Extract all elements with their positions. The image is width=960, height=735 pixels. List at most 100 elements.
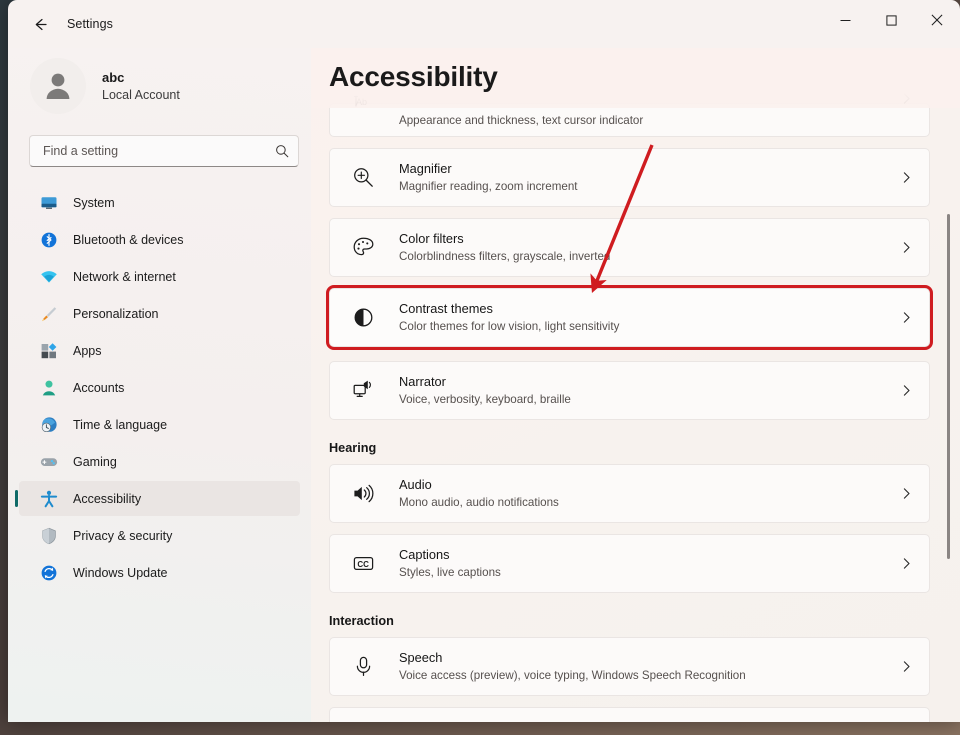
sidebar-item-label: Accessibility: [73, 491, 142, 506]
sidebar-item-network-internet[interactable]: Network & internet: [19, 259, 300, 294]
sidebar-item-bluetooth-devices[interactable]: Bluetooth & devices: [19, 222, 300, 257]
magnifier-icon: [350, 165, 376, 191]
apps-grid-icon: [40, 342, 58, 360]
account-text: abc Local Account: [102, 69, 180, 104]
card-title: Color filters: [399, 231, 464, 246]
sidebar-nav: System Bluetooth & devices Network & int…: [8, 185, 311, 590]
card-subtitle: Colorblindness filters, grayscale, inver…: [399, 250, 611, 263]
narrator-icon: [350, 378, 376, 404]
shield-icon: [40, 527, 58, 545]
chevron-right-icon: [889, 241, 923, 254]
update-refresh-icon: [40, 564, 58, 582]
minimize-button[interactable]: [822, 0, 868, 40]
settings-card-narrator[interactable]: Narrator Voice, verbosity, keyboard, bra…: [329, 361, 930, 420]
arrow-left-icon: [35, 18, 47, 30]
sidebar-item-label: Windows Update: [73, 565, 168, 580]
avatar: [30, 58, 86, 114]
sidebar-item-label: Bluetooth & devices: [73, 232, 184, 247]
chevron-right-icon: [889, 557, 923, 570]
card-subtitle: Magnifier reading, zoom increment: [399, 180, 578, 193]
chevron-right-icon: [889, 660, 923, 673]
card-text: Audio Mono audio, audio notifications: [399, 477, 889, 510]
sidebar-item-time-language[interactable]: Time & language: [19, 407, 300, 442]
window-title-text: Settings: [67, 17, 113, 31]
sidebar-item-label: Time & language: [73, 417, 168, 432]
window-controls: [822, 0, 960, 40]
settings-card-captions[interactable]: CC Captions Styles, live captions: [329, 534, 930, 593]
close-icon: [931, 14, 943, 26]
card-text: Contrast themes Color themes for low vis…: [399, 301, 889, 334]
search-input[interactable]: [43, 144, 275, 158]
contrast-circle-icon: [350, 305, 376, 331]
card-title: Magnifier: [399, 161, 452, 176]
card-title: Captions: [399, 547, 450, 562]
search-box[interactable]: [29, 135, 299, 167]
person-avatar-icon: [46, 73, 70, 99]
sidebar-item-windows-update[interactable]: Windows Update: [19, 555, 300, 590]
sidebar-item-accounts[interactable]: Accounts: [19, 370, 300, 405]
account-name: abc: [102, 69, 125, 85]
main-content: Ab Appearance and thickness, text cursor…: [311, 48, 960, 722]
card-subtitle: Voice, verbosity, keyboard, braille: [399, 393, 571, 406]
maximize-icon: [885, 14, 897, 26]
sidebar-item-label: Apps: [73, 343, 102, 358]
paintbrush-icon: [40, 305, 58, 323]
settings-window: Settings abc Local Account Find a settin…: [8, 0, 960, 722]
sidebar-item-privacy-security[interactable]: Privacy & security: [19, 518, 300, 553]
card-text: Narrator Voice, verbosity, keyboard, bra…: [399, 374, 889, 407]
minimize-icon: [840, 19, 850, 21]
card-text: Captions Styles, live captions: [399, 547, 889, 580]
card-subtitle: Mono audio, audio notifications: [399, 496, 559, 509]
sidebar-item-accessibility[interactable]: Accessibility: [15, 481, 300, 516]
card-title: Audio: [399, 477, 432, 492]
sidebar-item-label: System: [73, 195, 115, 210]
sidebar-item-label: Privacy & security: [73, 528, 173, 543]
card-subtitle: Styles, live captions: [399, 566, 501, 579]
sidebar-item-personalization[interactable]: Personalization: [19, 296, 300, 331]
back-button[interactable]: [21, 8, 59, 40]
wifi-icon: [40, 268, 58, 286]
search-icon: [276, 145, 289, 158]
sidebar-item-label: Accounts: [73, 380, 125, 395]
sidebar-item-label: Personalization: [73, 306, 159, 321]
closed-captions-icon: CC: [350, 551, 376, 577]
text-cursor-icon: Ab: [350, 92, 376, 118]
sidebar-item-gaming[interactable]: Gaming: [19, 444, 300, 479]
card-title: Speech: [399, 650, 443, 665]
card-text: Magnifier Magnifier reading, zoom increm…: [399, 161, 889, 194]
settings-card-text-cursor[interactable]: Ab Appearance and thickness, text cursor…: [329, 93, 930, 137]
gamepad-icon: [40, 453, 58, 471]
card-title: Narrator: [399, 374, 446, 389]
window-titlebar: Settings: [8, 0, 960, 48]
settings-card-magnifier[interactable]: Magnifier Magnifier reading, zoom increm…: [329, 148, 930, 207]
settings-card-audio[interactable]: Audio Mono audio, audio notifications: [329, 464, 930, 523]
sidebar: abc Local Account Find a setting System …: [8, 48, 311, 722]
settings-card-partial-bottom[interactable]: [329, 707, 930, 722]
chevron-right-icon: [889, 171, 923, 184]
settings-card-color-filters[interactable]: Color filters Colorblindness filters, gr…: [329, 218, 930, 277]
account-section[interactable]: abc Local Account: [30, 54, 311, 118]
card-text: Speech Voice access (preview), voice typ…: [399, 650, 889, 683]
maximize-button[interactable]: [868, 0, 914, 40]
scrollbar-thumb[interactable]: [947, 214, 950, 559]
chevron-right-icon: [889, 487, 923, 500]
speaker-icon: [350, 481, 376, 507]
sidebar-item-system[interactable]: System: [19, 185, 300, 220]
scrollbar-track[interactable]: [943, 48, 954, 722]
sidebar-item-apps[interactable]: Apps: [19, 333, 300, 368]
accessibility-person-icon: [40, 490, 58, 508]
card-subtitle: Appearance and thickness, text cursor in…: [399, 114, 644, 127]
settings-scroll-area[interactable]: Ab Appearance and thickness, text cursor…: [311, 48, 960, 722]
monitor-icon: [40, 194, 58, 212]
card-subtitle: Color themes for low vision, light sensi…: [399, 320, 620, 333]
chevron-right-icon: [889, 92, 923, 105]
card-title: Contrast themes: [399, 301, 493, 316]
bluetooth-icon: [40, 231, 58, 249]
section-heading-hearing: Hearing: [329, 441, 377, 455]
settings-card-speech[interactable]: Speech Voice access (preview), voice typ…: [329, 637, 930, 696]
section-heading-interaction: Interaction: [329, 614, 394, 628]
sidebar-item-label: Gaming: [73, 454, 117, 469]
svg-text:CC: CC: [357, 560, 369, 569]
close-button[interactable]: [914, 0, 960, 40]
settings-card-contrast-themes[interactable]: Contrast themes Color themes for low vis…: [326, 285, 933, 350]
